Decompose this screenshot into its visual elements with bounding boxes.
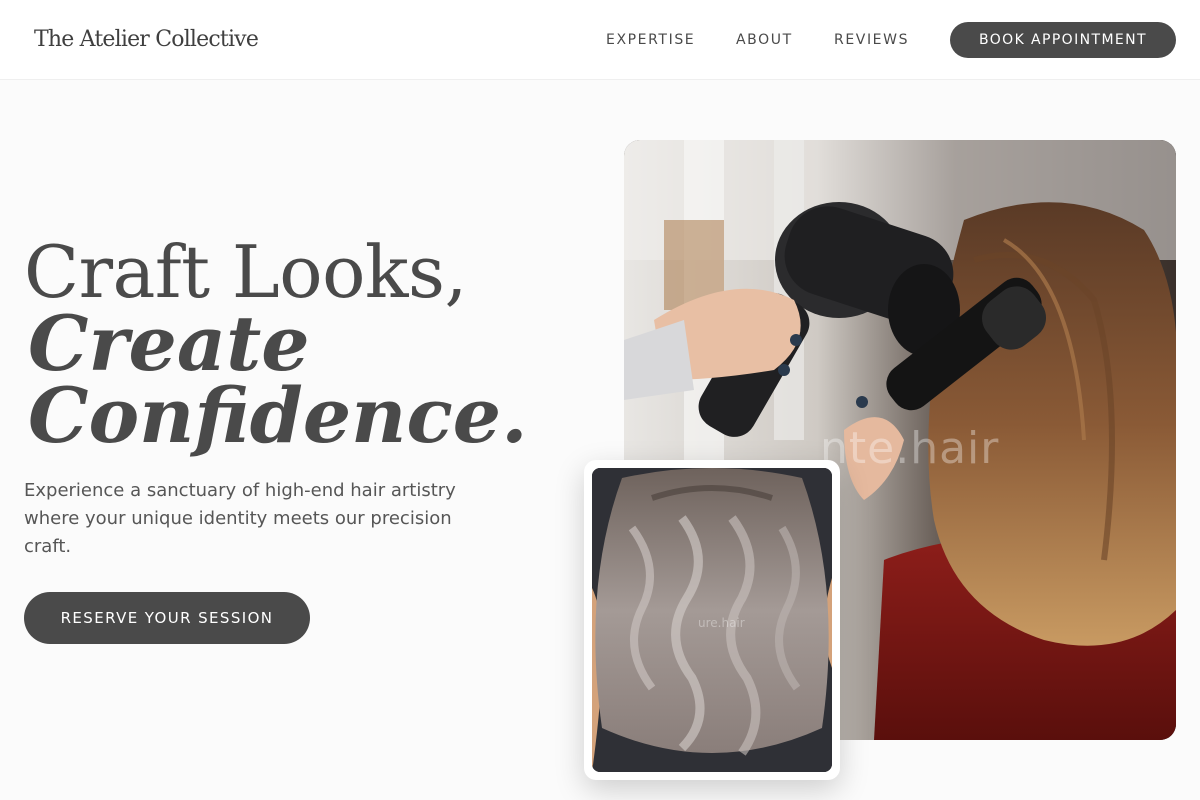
hero-subtitle: Experience a sanctuary of high-end hair … [24, 480, 456, 557]
main-photo-watermark: nte.hair [820, 423, 1000, 474]
hero-title-line-3: Confidence. [28, 371, 528, 460]
hero-title-line-1: Craft Looks, [24, 230, 467, 314]
nav-link-reviews[interactable]: REVIEWS [834, 30, 909, 50]
hero-title-line-2: Create [28, 299, 310, 388]
nav-link-about[interactable]: ABOUT [736, 30, 793, 50]
reserve-session-button[interactable]: RESERVE YOUR SESSION [24, 592, 310, 644]
result-photo-curls: ure.hair [592, 468, 832, 772]
result-photo-watermark: ure.hair [698, 616, 745, 630]
site-logo[interactable]: The Atelier Collective [34, 24, 259, 56]
hero-title: Craft Looks, Create Confidence. [24, 230, 584, 460]
book-appointment-button[interactable]: BOOK APPOINTMENT [950, 22, 1176, 58]
site-header: The Atelier Collective EXPERTISE ABOUT R… [0, 0, 1200, 80]
nav-link-expertise[interactable]: EXPERTISE [606, 30, 695, 50]
result-photo-card: ure.hair [584, 460, 840, 780]
